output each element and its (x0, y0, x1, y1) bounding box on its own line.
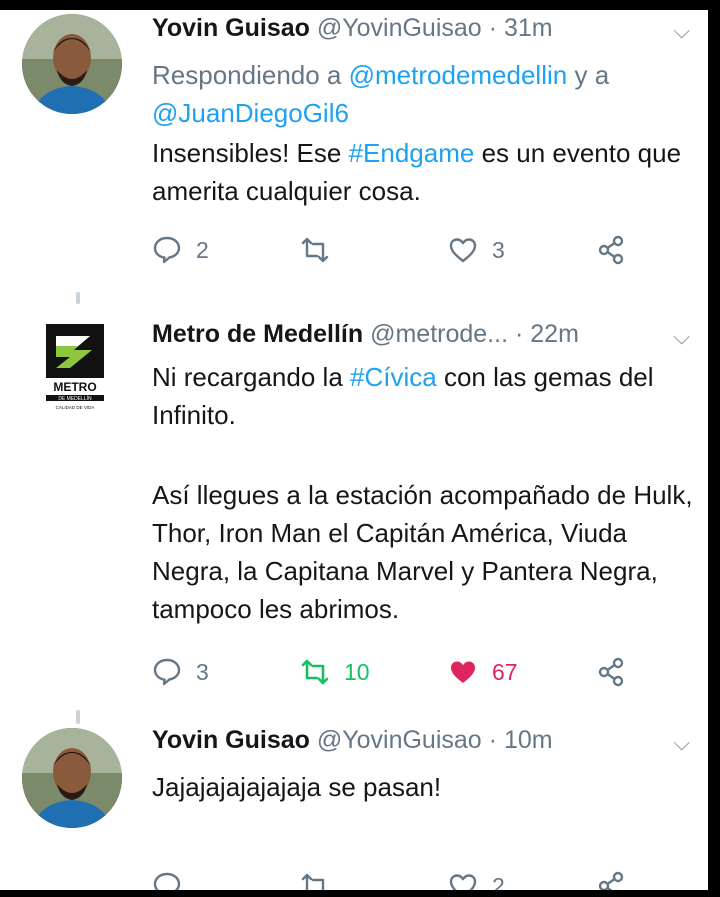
reply-icon (153, 236, 181, 264)
reply-and: y a (574, 60, 610, 90)
action-bar: 2 3 (152, 230, 632, 270)
retweet-count: 10 (344, 658, 370, 685)
metro-logo[interactable]: METRO DE MEDELLÍN CALIDAD DE VIDA (40, 324, 110, 414)
reply-context: Respondiendo a @metrodemedellin y a @Jua… (152, 56, 702, 132)
mention-link[interactable]: @metrodemedellin (349, 60, 568, 90)
reply-button[interactable]: 2 (152, 230, 209, 270)
handle[interactable]: @metrode... (370, 320, 508, 348)
logo-text: METRO (53, 380, 96, 394)
timestamp[interactable]: 10m (504, 726, 553, 754)
separator: · (488, 14, 497, 42)
avatar[interactable] (22, 728, 122, 828)
retweet-icon (301, 237, 329, 263)
profile-photo (22, 14, 122, 114)
display-name[interactable]: Metro de Medellín (152, 320, 363, 348)
action-bar: 2 (152, 866, 632, 890)
tweet-3[interactable]: Yovin Guisao @YovinGuisao · 10m ⌵ Jajaja… (0, 710, 708, 890)
like-icon (449, 874, 477, 890)
chevron-down-icon[interactable]: ⌵ (673, 730, 690, 756)
tweet-text: Insensibles! Ese #Endgame es un evento q… (152, 134, 702, 210)
tweet-text-paragraph: Así llegues a la estación acompañado de … (152, 480, 693, 624)
like-button[interactable]: 3 (448, 230, 505, 270)
action-bar: 3 10 67 (152, 652, 632, 692)
hashtag-link[interactable]: #Cívica (350, 362, 437, 392)
text-segment: Ni recargando la (152, 362, 343, 392)
tweet-header: Yovin Guisao @YovinGuisao · 10m (152, 726, 688, 755)
reply-count: 2 (196, 236, 209, 263)
profile-photo (22, 728, 122, 828)
reply-button[interactable]: 3 (152, 652, 209, 692)
reply-count: 3 (196, 658, 209, 685)
chevron-down-icon[interactable]: ⌵ (673, 324, 690, 350)
reply-icon (153, 872, 181, 890)
separator: · (514, 320, 524, 348)
like-count: 3 (492, 236, 505, 263)
timestamp[interactable]: 22m (530, 320, 579, 348)
handle[interactable]: @YovinGuisao (317, 726, 482, 754)
tweet-text: Jajajajajajajaja se pasan! (152, 772, 442, 802)
avatar[interactable] (22, 14, 122, 114)
share-button[interactable] (596, 230, 640, 270)
text-segment: Insensibles! Ese (152, 138, 342, 168)
share-icon (598, 235, 624, 265)
tweet-header: Yovin Guisao @YovinGuisao · 31m (152, 14, 688, 43)
logo-subtext: DE MEDELLÍN (58, 395, 92, 402)
like-icon (451, 661, 475, 683)
retweet-icon (301, 873, 325, 890)
share-icon (598, 657, 624, 687)
tweet-thread: Yovin Guisao @YovinGuisao · 31m ⌵ Respon… (0, 10, 708, 890)
display-name[interactable]: Yovin Guisao (152, 14, 310, 42)
like-count: 67 (492, 658, 518, 685)
tweet-2[interactable]: METRO DE MEDELLÍN CALIDAD DE VIDA Metro … (0, 290, 708, 710)
tweet-text: Ni recargando la #Cívica con las gemas d… (152, 358, 702, 434)
tweet-header: Metro de Medellín @metrode... · 22m (152, 320, 688, 349)
share-icon (598, 871, 624, 890)
retweet-button[interactable] (300, 866, 344, 890)
like-button[interactable]: 2 (448, 866, 505, 890)
reply-prefix: Respondiendo a (152, 60, 342, 90)
retweet-button[interactable]: 10 (300, 652, 370, 692)
separator: · (488, 726, 497, 754)
logo-tagline: CALIDAD DE VIDA (56, 405, 95, 410)
like-icon (449, 238, 477, 263)
retweet-icon (301, 659, 329, 685)
timestamp[interactable]: 31m (504, 14, 553, 42)
retweet-button[interactable] (300, 230, 344, 270)
tweet-1[interactable]: Yovin Guisao @YovinGuisao · 31m ⌵ Respon… (0, 10, 708, 290)
hashtag-link[interactable]: #Endgame (349, 138, 475, 168)
share-button[interactable] (596, 866, 640, 890)
thread-line (76, 292, 80, 304)
reply-button[interactable] (152, 866, 196, 890)
mention-link[interactable]: @JuanDiegoGil6 (152, 98, 349, 128)
share-button[interactable] (596, 652, 640, 692)
metro-logo-mark: METRO DE MEDELLÍN CALIDAD DE VIDA (44, 324, 106, 410)
handle[interactable]: @YovinGuisao (317, 14, 482, 42)
like-count: 2 (492, 872, 505, 891)
reply-icon (153, 658, 181, 686)
chevron-down-icon[interactable]: ⌵ (673, 18, 690, 44)
thread-line (76, 710, 80, 724)
display-name[interactable]: Yovin Guisao (152, 726, 310, 754)
like-button[interactable]: 67 (448, 652, 518, 692)
